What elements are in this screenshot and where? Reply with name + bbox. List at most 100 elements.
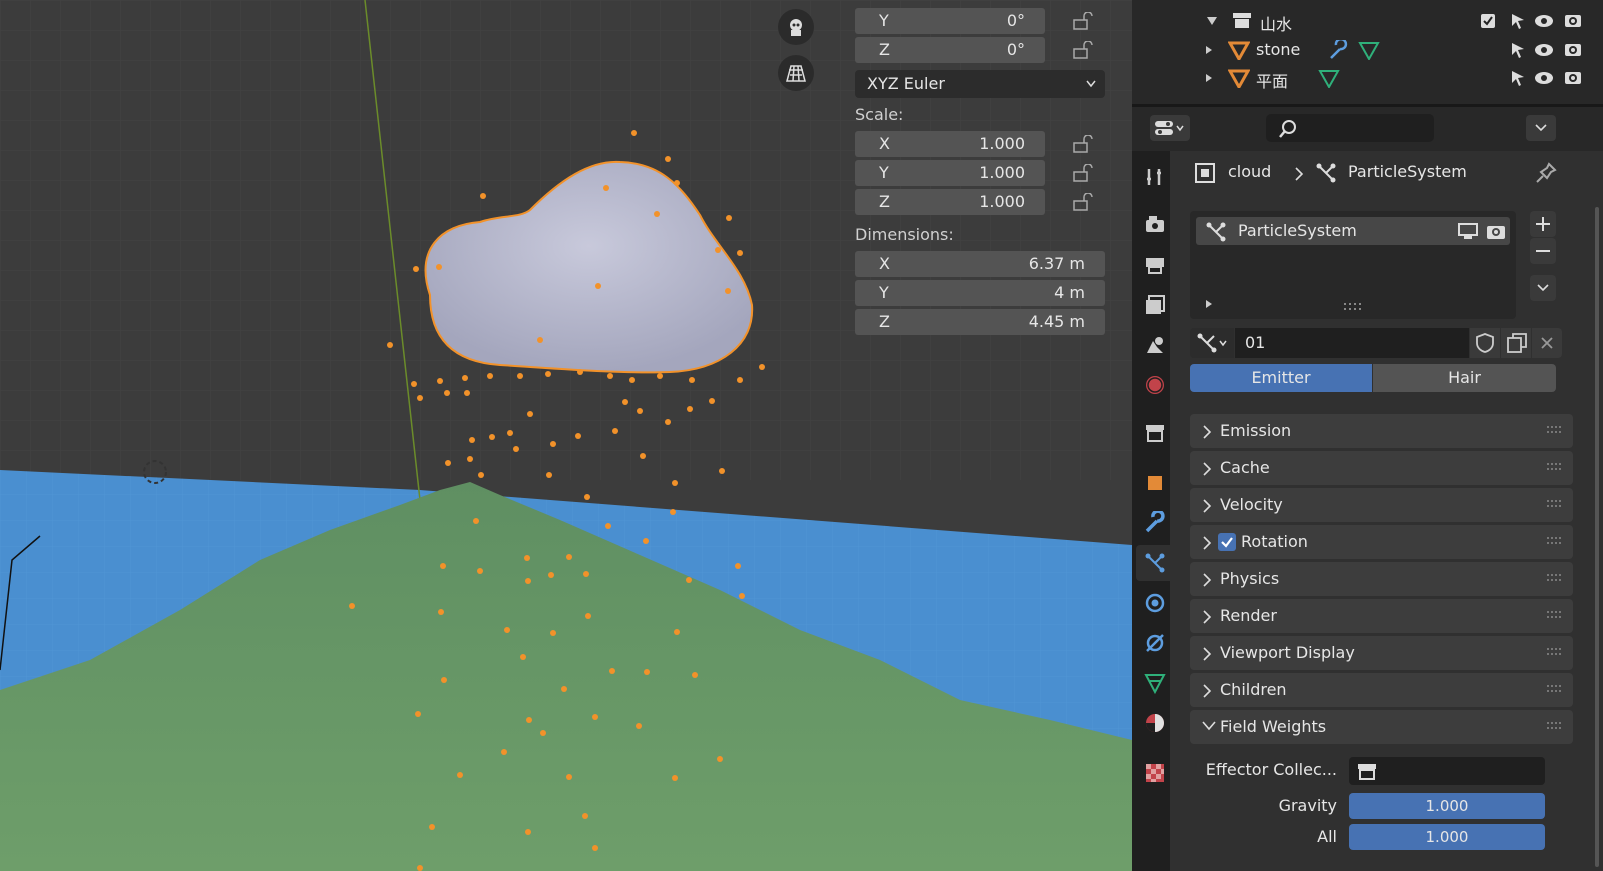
search-input[interactable]	[1266, 114, 1434, 142]
expand-arrow-icon[interactable]	[1204, 45, 1214, 55]
effector-collection-field[interactable]	[1349, 757, 1545, 785]
tab-collection[interactable]	[1136, 415, 1174, 451]
dimension-x-field[interactable]: X 6.37 m	[855, 251, 1105, 277]
tab-view-layer[interactable]	[1136, 287, 1174, 323]
drag-grip-icon[interactable]	[1547, 426, 1563, 434]
perspective-grid-icon[interactable]	[778, 55, 814, 91]
panel-emission[interactable]: Emission	[1190, 414, 1573, 448]
tab-tool[interactable]	[1136, 159, 1174, 195]
mesh-data-icon	[1318, 70, 1340, 88]
rotation-y-field[interactable]: Y 0°	[855, 8, 1045, 34]
settings-name-field[interactable]: 01	[1235, 328, 1469, 358]
drag-grip-icon[interactable]	[1547, 685, 1563, 693]
emitter-tab[interactable]: Emitter	[1190, 364, 1372, 392]
camera-render-icon[interactable]	[1564, 40, 1582, 58]
eye-icon[interactable]	[1534, 13, 1554, 29]
checkbox-icon[interactable]	[1480, 13, 1496, 29]
camera-render-icon[interactable]	[1564, 11, 1582, 29]
lock-icon[interactable]	[1072, 193, 1094, 211]
camera-render-icon[interactable]	[1564, 68, 1582, 86]
panel-children[interactable]: Children	[1190, 673, 1573, 707]
output-icon	[1146, 258, 1164, 274]
drag-grip-icon[interactable]	[1547, 722, 1563, 730]
options-dropdown[interactable]	[1526, 115, 1556, 141]
expand-arrow-icon[interactable]	[1204, 73, 1214, 83]
panel-physics[interactable]: Physics	[1190, 562, 1573, 596]
fake-user-button[interactable]	[1470, 328, 1500, 358]
duplicate-button[interactable]	[1501, 328, 1531, 358]
select-arrow-icon[interactable]	[1510, 13, 1526, 29]
mesh-object-icon	[1228, 69, 1250, 88]
browse-settings-button[interactable]	[1190, 328, 1234, 358]
drag-grip-icon[interactable]	[1547, 574, 1563, 582]
scale-y-field[interactable]: Y 1.000	[855, 160, 1045, 186]
tab-particles[interactable]	[1136, 545, 1174, 581]
eye-icon[interactable]	[1534, 70, 1554, 86]
expand-arrow-icon[interactable]	[1204, 299, 1214, 309]
remove-slot-button[interactable]	[1530, 238, 1556, 264]
tab-scene[interactable]	[1136, 327, 1174, 363]
select-arrow-icon[interactable]	[1510, 70, 1526, 86]
expand-arrow-icon[interactable]	[1206, 15, 1218, 27]
drag-grip-icon[interactable]	[1547, 463, 1563, 471]
panel-render[interactable]: Render	[1190, 599, 1573, 633]
tab-output[interactable]	[1136, 247, 1174, 283]
particle-system-list[interactable]: ParticleSystem	[1190, 211, 1516, 319]
tab-world[interactable]	[1136, 367, 1174, 403]
list-specials-button[interactable]	[1530, 275, 1556, 301]
lock-icon[interactable]	[1072, 135, 1094, 153]
dimension-y-field[interactable]: Y 4 m	[855, 280, 1105, 306]
tab-material[interactable]	[1136, 705, 1174, 741]
properties-tabs	[1132, 151, 1174, 871]
panel-label: Velocity	[1220, 495, 1283, 514]
duplicate-icon	[1507, 333, 1527, 353]
editor-type-button[interactable]	[1150, 115, 1190, 141]
view-layer-icon	[1146, 295, 1165, 314]
lock-icon[interactable]	[1072, 164, 1094, 182]
outliner-item[interactable]: 平面	[1132, 65, 1603, 91]
resize-grip-icon[interactable]	[1344, 303, 1362, 311]
monitor-icon[interactable]	[1458, 222, 1478, 240]
panel-viewport-display[interactable]: Viewport Display	[1190, 636, 1573, 670]
outliner-collection-row[interactable]: 山水	[1132, 8, 1603, 34]
drag-grip-icon[interactable]	[1547, 537, 1563, 545]
tab-constraints[interactable]	[1136, 625, 1174, 661]
tab-render[interactable]	[1136, 207, 1174, 243]
panel-field-weights[interactable]: Field Weights	[1190, 710, 1573, 744]
scrollbar[interactable]	[1595, 207, 1599, 867]
rotation-mode-select[interactable]: XYZ Euler	[855, 70, 1105, 98]
gravity-slider[interactable]: 1.000	[1349, 793, 1545, 819]
tab-data[interactable]	[1136, 665, 1174, 701]
all-slider[interactable]: 1.000	[1349, 824, 1545, 850]
tab-modifiers[interactable]	[1136, 505, 1174, 541]
dimension-z-field[interactable]: Z 4.45 m	[855, 309, 1105, 335]
camera-view-icon[interactable]	[778, 9, 814, 45]
tab-physics[interactable]	[1136, 585, 1174, 621]
tab-object[interactable]	[1136, 465, 1174, 501]
drag-grip-icon[interactable]	[1547, 648, 1563, 656]
pin-icon[interactable]	[1535, 162, 1557, 184]
scale-x-field[interactable]: X 1.000	[855, 131, 1045, 157]
drag-grip-icon[interactable]	[1547, 500, 1563, 508]
scale-z-field[interactable]: Z 1.000	[855, 189, 1045, 215]
lock-icon[interactable]	[1072, 12, 1094, 30]
outliner-item[interactable]: stone	[1132, 37, 1603, 63]
tab-texture[interactable]	[1136, 755, 1174, 791]
add-slot-button[interactable]	[1530, 211, 1556, 237]
checkbox-icon[interactable]	[1218, 533, 1236, 551]
drag-grip-icon[interactable]	[1547, 611, 1563, 619]
camera-render-icon[interactable]	[1486, 221, 1506, 241]
panel-velocity[interactable]: Velocity	[1190, 488, 1573, 522]
shield-icon	[1476, 333, 1494, 353]
panel-rotation[interactable]: Rotation	[1190, 525, 1573, 559]
lock-icon[interactable]	[1072, 41, 1094, 59]
eye-icon[interactable]	[1534, 42, 1554, 58]
unlink-button[interactable]	[1532, 328, 1562, 358]
select-arrow-icon[interactable]	[1510, 42, 1526, 58]
rotation-z-field[interactable]: Z 0°	[855, 37, 1045, 63]
hair-tab[interactable]: Hair	[1373, 364, 1556, 392]
list-item[interactable]: ParticleSystem	[1196, 217, 1510, 245]
outliner-item-name: stone	[1256, 40, 1301, 59]
editor-type-icon	[1155, 121, 1184, 135]
panel-cache[interactable]: Cache	[1190, 451, 1573, 485]
